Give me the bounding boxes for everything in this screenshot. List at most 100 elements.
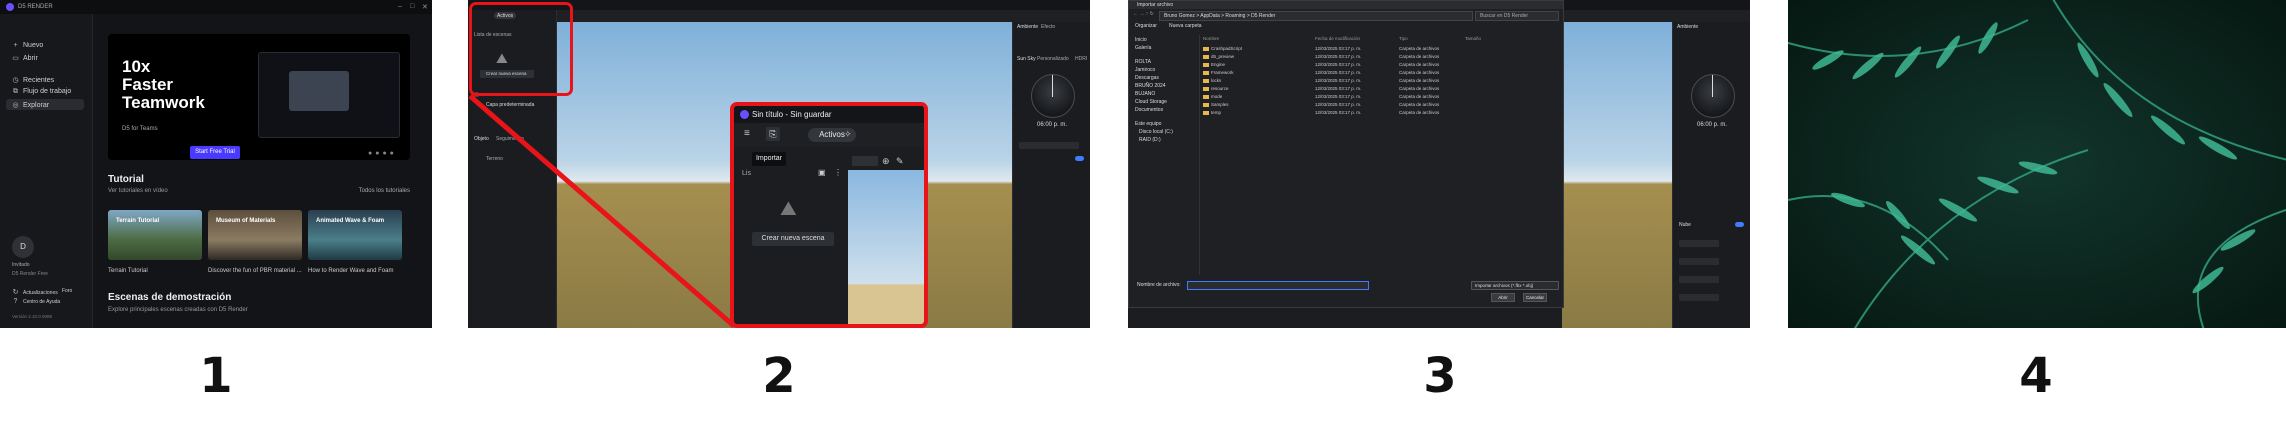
- cloud-label: Nube: [1679, 222, 1691, 228]
- sky-option[interactable]: Sun Sky: [1017, 56, 1036, 62]
- table-row[interactable]: Samples 12/03/2025 03:17 p. m. Carpeta de …: [1203, 101, 1559, 108]
- nav-item[interactable]: Jamiroco: [1135, 67, 1155, 73]
- slider[interactable]: [1019, 142, 1079, 149]
- nav-item[interactable]: Documentos: [1135, 107, 1163, 113]
- tutorial-subtitle: Ver tutoriales en vídeo: [108, 188, 168, 194]
- filename-input[interactable]: [1187, 281, 1369, 290]
- compass-icon: ◎: [12, 102, 19, 109]
- sun-dial[interactable]: [1691, 74, 1735, 118]
- col-header[interactable]: Fecha de modificación: [1315, 36, 1360, 41]
- camera-tool[interactable]: [852, 156, 878, 166]
- nav-item[interactable]: Cloud Storage: [1135, 99, 1167, 105]
- right-panel: Ambiente Efecto Sun Sky Personalizado HD…: [1012, 22, 1090, 328]
- table-row[interactable]: Framework 12/03/2025 03:17 p. m. Carpeta d…: [1203, 69, 1559, 76]
- open-button[interactable]: Abrir: [1491, 293, 1515, 302]
- import-file-dialog: Importar archivo ← → ↑ ↻ Bruno Gomez > A…: [1128, 0, 1564, 308]
- value-field[interactable]: [1679, 294, 1719, 301]
- sidebar-item-recent[interactable]: ◷ Recientes: [12, 76, 54, 84]
- nav-item[interactable]: Descargas: [1135, 75, 1159, 81]
- value-field[interactable]: [1679, 276, 1719, 283]
- username: Invitado: [12, 262, 30, 268]
- toggle[interactable]: [1735, 222, 1744, 227]
- file-type: Carpeta de archivos: [1399, 86, 1440, 91]
- sidebar: + Nuevo ▭ Abrir ◷ Recientes ⧉ Flujo de traba…: [0, 14, 93, 328]
- custom-option[interactable]: Personalizado: [1037, 56, 1069, 62]
- folder-icon: [1203, 94, 1209, 99]
- zoom-toolbar: ≡ ⎘ Activos ✧: [734, 123, 924, 147]
- carousel-dots[interactable]: ●●●●: [368, 150, 397, 157]
- updates-link[interactable]: ↻ Actualizaciones: [12, 288, 58, 296]
- search-input[interactable]: Buscar en D5 Render: [1475, 11, 1559, 21]
- nav-item[interactable]: ROLTA: [1135, 59, 1151, 65]
- file-name: CrashpadScript: [1211, 46, 1243, 51]
- more-icon[interactable]: ⋮: [834, 168, 842, 177]
- new-button[interactable]: + Nuevo: [12, 42, 43, 49]
- tutorial-thumb[interactable]: Animated Wave & Foam: [308, 210, 402, 260]
- organize-button[interactable]: Organizar: [1135, 23, 1157, 29]
- nav-item[interactable]: BUJANO: [1135, 91, 1155, 97]
- table-row[interactable]: d5_preview 12/03/2025 03:17 p. m. Carpeta …: [1203, 53, 1559, 60]
- globe-icon[interactable]: ⊕: [882, 156, 890, 167]
- forum-link[interactable]: Foro: [62, 288, 72, 294]
- time-readout: 06:00 p. m.: [1697, 122, 1728, 128]
- folder-icon: [1203, 70, 1209, 75]
- value-field[interactable]: [1679, 258, 1719, 265]
- forum-label: Foro: [62, 288, 73, 294]
- table-row[interactable]: mode 12/03/2025 03:17 p. m. Carpeta de arc…: [1203, 93, 1559, 100]
- minimize-icon[interactable]: –: [398, 3, 402, 10]
- see-all-tutorials-link[interactable]: Todos los tutoriales: [359, 188, 410, 194]
- file-name: Framework: [1211, 70, 1234, 75]
- import-icon[interactable]: ⎘: [766, 127, 780, 141]
- pencil-icon[interactable]: ✎: [896, 156, 904, 167]
- file-type: Carpeta de archivos: [1399, 70, 1440, 75]
- sidebar-item-workflow[interactable]: ⧉ Flujo de trabajo: [12, 88, 71, 96]
- nav-arrows-icon[interactable]: ← → ↑ ↻: [1133, 11, 1154, 17]
- image-icon[interactable]: ▣: [818, 168, 826, 177]
- col-header[interactable]: Tipo: [1399, 36, 1408, 41]
- value-field[interactable]: [1679, 240, 1719, 247]
- menu-icon[interactable]: ≡: [744, 128, 750, 139]
- avatar[interactable]: D: [12, 236, 34, 258]
- tutorial-thumb[interactable]: Terrain Tutorial: [108, 210, 202, 260]
- banner-illustration: [258, 52, 400, 138]
- col-header[interactable]: Tamaño: [1465, 36, 1481, 41]
- table-row[interactable]: Engine 12/03/2025 03:17 p. m. Carpeta de a…: [1203, 61, 1559, 68]
- filetype-select[interactable]: Importar archivos (*.fbx *.obj): [1471, 281, 1559, 290]
- start-free-trial-button[interactable]: Start Free Trial: [190, 146, 240, 159]
- environment-tab[interactable]: Ambiente: [1677, 24, 1698, 30]
- table-row[interactable]: resource 12/03/2025 03:17 p. m. Carpeta de…: [1203, 85, 1559, 92]
- close-icon[interactable]: ✕: [422, 3, 428, 11]
- nav-item[interactable]: RAID (D:): [1139, 137, 1161, 143]
- file-name: resource: [1211, 86, 1229, 91]
- effect-tab[interactable]: Efecto: [1041, 24, 1055, 30]
- viewport[interactable]: [1562, 22, 1672, 328]
- help-center-link[interactable]: ? Centro de Ayuda: [12, 298, 61, 305]
- col-header[interactable]: Nombre: [1203, 36, 1219, 41]
- table-row[interactable]: locks 12/03/2025 03:17 p. m. Carpeta de ar…: [1203, 77, 1559, 84]
- table-row[interactable]: temp 12/03/2025 03:17 p. m. Carpeta de arc…: [1203, 109, 1559, 116]
- sidebar-item-explore[interactable]: ◎ Explorar: [12, 101, 49, 109]
- tutorial-caption: Discover the fun of PBR material ...: [208, 268, 302, 274]
- sun-dial[interactable]: [1031, 74, 1075, 118]
- nav-item[interactable]: Inicio: [1135, 37, 1147, 43]
- promo-banner[interactable]: 10x Faster Teamwork D5 for Teams Start F…: [108, 34, 410, 160]
- environment-tab[interactable]: Ambiente: [1017, 24, 1038, 30]
- hdri-option[interactable]: HDRI: [1075, 56, 1087, 62]
- table-row[interactable]: CrashpadScript 12/03/2025 03:17 p. m. Carp…: [1203, 45, 1559, 52]
- file-date: 12/03/2025 03:17 p. m.: [1315, 110, 1362, 115]
- tutorial-thumb[interactable]: Museum of Materials: [208, 210, 302, 260]
- nav-item[interactable]: Este equipo: [1135, 121, 1161, 127]
- address-bar[interactable]: Bruno Gomez > AppData > Roaming > D5 Ren…: [1159, 11, 1473, 21]
- folder-icon: [1203, 54, 1209, 59]
- toggle[interactable]: [1075, 156, 1084, 161]
- nav-item[interactable]: BRUÑO 2024: [1135, 83, 1166, 89]
- create-scene-button[interactable]: Crear nueva escena: [752, 232, 834, 246]
- maximize-icon[interactable]: □: [410, 3, 414, 10]
- nav-item[interactable]: Galería: [1135, 45, 1151, 51]
- label-4: 4: [2019, 348, 2053, 404]
- new-folder-button[interactable]: Nueva carpeta: [1169, 23, 1202, 29]
- nav-item[interactable]: Disco local (C:): [1139, 129, 1173, 135]
- open-button[interactable]: ▭ Abrir: [12, 54, 38, 62]
- sparkle-icon[interactable]: ✧: [844, 129, 852, 140]
- cancel-button[interactable]: Cancelar: [1523, 293, 1547, 302]
